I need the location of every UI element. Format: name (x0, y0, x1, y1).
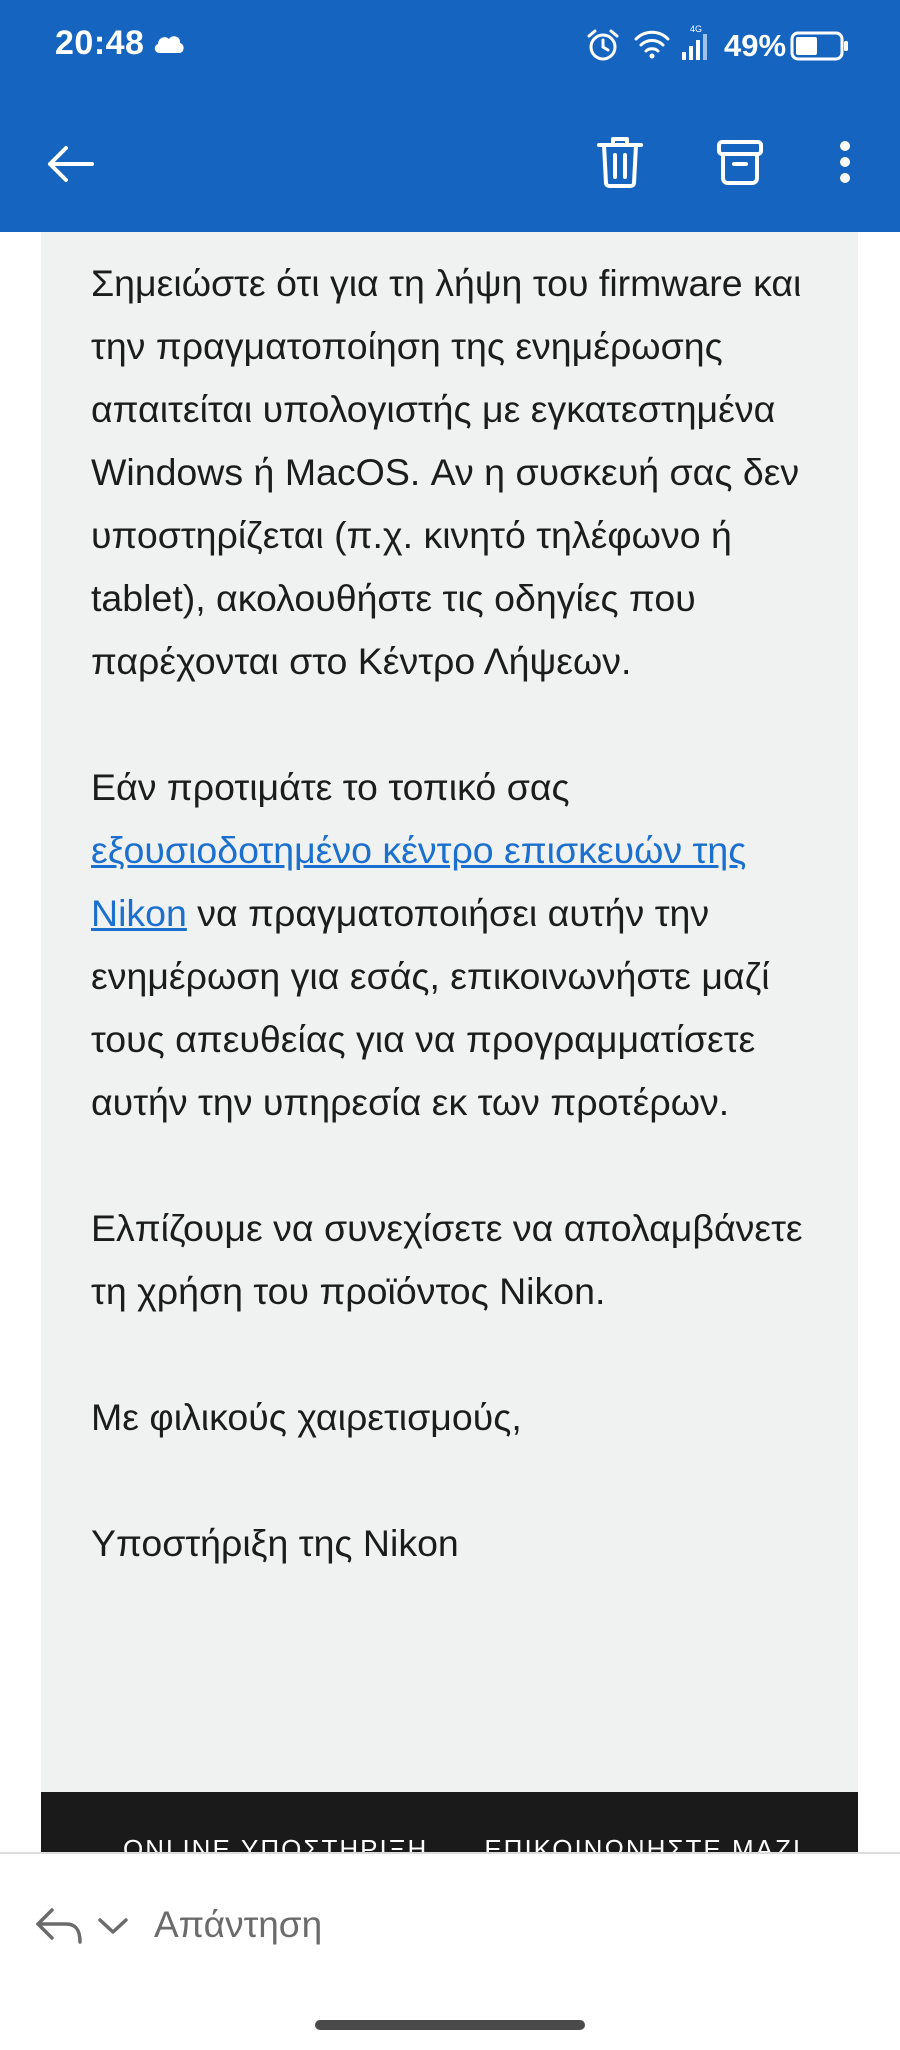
email-footer: ONLINE ΥΠΟΣΤΗΡΙΞΗ ΕΠΙΚΟΙΝΩΝΗΣΤΕ ΜΑΖΙ (41, 1792, 858, 1852)
chevron-down-icon[interactable] (96, 1914, 130, 1938)
archive-button[interactable] (705, 127, 775, 197)
home-indicator[interactable] (315, 2020, 585, 2030)
header: 20:48 4G 49% (0, 0, 900, 232)
battery-percent: 49% (724, 28, 787, 63)
battery-icon (790, 31, 848, 61)
status-time: 20:48 (55, 24, 145, 62)
back-arrow-icon (48, 146, 94, 182)
paragraph-enjoy: Ελπίζουμε να συνεχίσετε να απολαμβάνετε … (91, 1207, 803, 1312)
status-bar: 20:48 4G 49% (0, 0, 900, 95)
app-bar (0, 95, 900, 232)
email-content: Σημειώστε ότι για τη λήψη του firmware κ… (91, 252, 826, 1638)
closing-greeting: Με φιλικούς χαιρετισμούς, (91, 1396, 522, 1438)
more-vertical-icon (840, 141, 850, 183)
signature: Υποστήριξη της Nikon (91, 1522, 459, 1564)
paragraph-service-center-intro: Εάν προτιμάτε το τοπικό σας (91, 766, 570, 808)
reply-bar: Απάντηση (0, 1852, 900, 2050)
archive-icon (717, 140, 763, 185)
paragraph-firmware-note: Σημειώστε ότι για τη λήψη του firmware κ… (91, 262, 802, 682)
signal-icon: 4G (682, 24, 707, 60)
more-options-button[interactable] (820, 127, 870, 197)
reply-icon[interactable] (34, 1906, 84, 1946)
wifi-icon (634, 30, 670, 59)
svg-text:4G: 4G (690, 24, 702, 34)
footer-link-online-support[interactable]: ONLINE ΥΠΟΣΤΗΡΙΞΗ (123, 1834, 428, 1852)
cloud-icon (154, 36, 184, 53)
footer-link-contact-us[interactable]: ΕΠΙΚΟΙΝΩΝΗΣΤΕ ΜΑΖΙ (484, 1834, 802, 1852)
paragraph-service-center: Εάν προτιμάτε το τοπικό σας εξουσιοδοτημ… (91, 756, 826, 1134)
alarm-icon (587, 29, 619, 61)
delete-button[interactable] (585, 127, 655, 197)
back-button[interactable] (36, 129, 106, 199)
email-body: Σημειώστε ότι για τη λήψη του firmware κ… (41, 232, 858, 1792)
paragraph-service-center-rest: να πραγματοποιήσει αυτήν την ενημέρωση γ… (91, 892, 770, 1123)
reply-button-label[interactable]: Απάντηση (154, 1904, 322, 1946)
trash-icon (597, 137, 643, 188)
